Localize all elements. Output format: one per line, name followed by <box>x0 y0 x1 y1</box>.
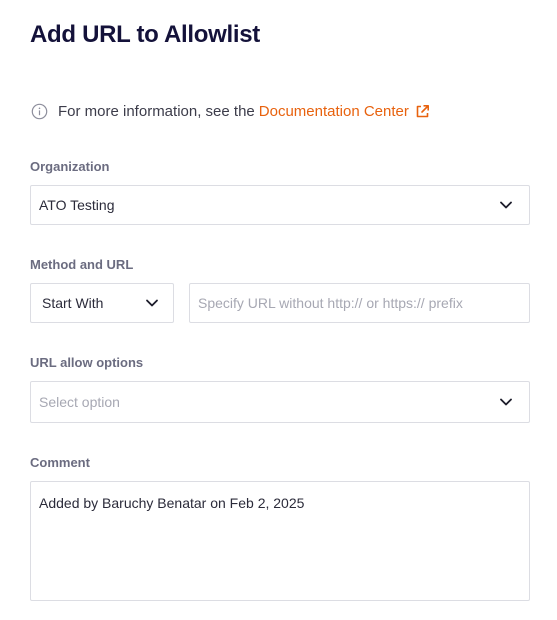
info-icon <box>31 103 48 120</box>
info-text: For more information, see the <box>58 102 255 120</box>
documentation-center-link-label: Documentation Center <box>258 102 409 120</box>
organization-select[interactable]: ATO Testing <box>30 185 530 225</box>
comment-label: Comment <box>30 455 90 470</box>
chevron-down-icon <box>499 198 513 212</box>
url-input[interactable]: Specify URL without http:// or https:// … <box>189 283 530 323</box>
method-select[interactable]: Start With <box>30 283 174 323</box>
organization-label: Organization <box>30 159 110 174</box>
comment-textarea[interactable]: Added by Baruchy Benatar on Feb 2, 2025 <box>30 481 530 601</box>
chevron-down-icon <box>145 296 159 310</box>
method-value: Start With <box>42 295 104 311</box>
method-and-url-label: Method and URL <box>30 257 134 272</box>
external-link-icon <box>415 104 430 119</box>
comment-value: Added by Baruchy Benatar on Feb 2, 2025 <box>39 495 305 511</box>
url-input-placeholder: Specify URL without http:// or https:// … <box>198 295 463 311</box>
documentation-center-link[interactable]: Documentation Center <box>259 103 430 120</box>
page-title: Add URL to Allowlist <box>30 21 260 48</box>
url-allow-options-select[interactable]: Select option <box>30 381 530 423</box>
url-allow-options-label: URL allow options <box>30 355 144 370</box>
info-notice: For more information, see the Documentat… <box>31 100 430 122</box>
url-allow-options-placeholder: Select option <box>39 394 120 410</box>
organization-value: ATO Testing <box>39 197 115 213</box>
chevron-down-icon <box>499 395 513 409</box>
